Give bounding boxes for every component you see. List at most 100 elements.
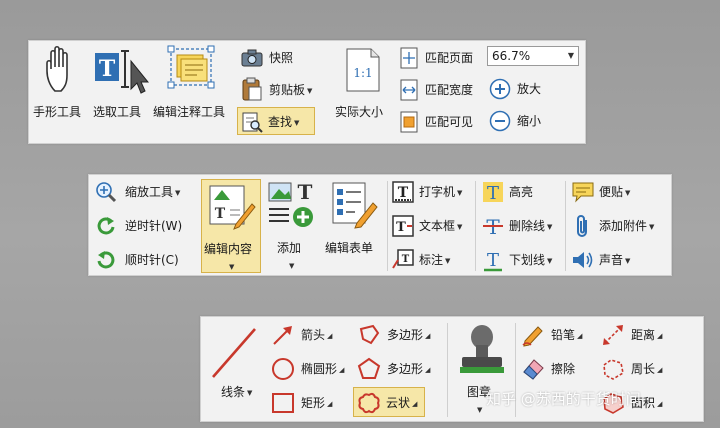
highlight-button[interactable]: T 高亮 bbox=[479, 179, 559, 205]
chevron-down-icon: ▼ bbox=[649, 223, 655, 231]
underline-button[interactable]: T 下划线 ▼ bbox=[479, 247, 559, 273]
perimeter-tool-button[interactable]: 周长 ◢ bbox=[599, 355, 699, 383]
ellipse-icon bbox=[272, 358, 294, 380]
sound-button[interactable]: 声音 ▼ bbox=[569, 247, 669, 273]
sound-label: 声音 ▼ bbox=[599, 253, 631, 267]
chevron-down-icon: ▼ bbox=[229, 263, 235, 271]
annotation-select-icon bbox=[167, 45, 215, 89]
chevron-down-icon: ▼ bbox=[294, 119, 300, 127]
distance-tool-label: 距离 ◢ bbox=[631, 328, 663, 342]
edit-form-button[interactable]: 编辑表单 bbox=[323, 179, 385, 273]
hand-icon bbox=[46, 45, 68, 92]
chevron-down-icon: ▼ bbox=[175, 189, 181, 197]
underline-label: 下划线 ▼ bbox=[509, 253, 553, 267]
separator bbox=[475, 181, 476, 271]
rectangle-tool-button[interactable]: 矩形 ◢ bbox=[269, 389, 347, 417]
fit-page-button[interactable]: 匹配页面 bbox=[399, 45, 487, 71]
edit-form-label: 编辑表单 bbox=[325, 241, 374, 255]
zoom-in-button[interactable]: 放大 bbox=[489, 77, 559, 101]
paperclip-icon bbox=[577, 215, 587, 237]
zoom-level-value: 66.7% bbox=[492, 49, 531, 63]
polygon-icon bbox=[359, 324, 380, 345]
zoom-in-icon bbox=[489, 78, 511, 100]
edit-annotation-tool-label: 编辑注释工具 bbox=[153, 105, 226, 119]
chevron-down-icon: ◢ bbox=[657, 400, 663, 408]
find-label: 查找 ▼ bbox=[268, 115, 300, 129]
add-button[interactable]: T 添加 ▼ bbox=[265, 179, 319, 273]
distance-tool-button[interactable]: 距离 ◢ bbox=[599, 321, 699, 349]
textbox-label: 文本框 ▼ bbox=[419, 219, 463, 233]
note-button[interactable]: 便贴 ▼ bbox=[569, 179, 669, 205]
polyline-tool-label: 多边形 ◢ bbox=[387, 362, 431, 376]
attach-file-button[interactable]: 添加附件 ▼ bbox=[569, 213, 669, 239]
typewriter-button[interactable]: T 打字机 ▼ bbox=[389, 179, 471, 205]
stamp-icon bbox=[460, 325, 504, 373]
zoom-tool-button[interactable]: 缩放工具 ▼ bbox=[93, 179, 199, 205]
polyline-tool-button[interactable]: 多边形 ◢ bbox=[355, 355, 445, 383]
eraser-tool-button[interactable]: 擦除 bbox=[519, 355, 593, 383]
zoom-out-button[interactable]: 缩小 bbox=[489, 109, 559, 133]
typewriter-label: 打字机 ▼ bbox=[419, 185, 463, 199]
fit-visible-button[interactable]: 匹配可见 bbox=[399, 109, 487, 135]
svg-text:T: T bbox=[398, 185, 409, 201]
chevron-down-icon: ▼ bbox=[477, 406, 483, 414]
svg-text:T: T bbox=[298, 181, 313, 204]
fit-page-label: 匹配页面 bbox=[425, 51, 474, 65]
add-objects-icon: T bbox=[268, 181, 313, 227]
camera-icon bbox=[241, 49, 263, 67]
clipboard-button[interactable]: 剪贴板 ▼ bbox=[239, 77, 335, 101]
fit-visible-label: 匹配可见 bbox=[425, 115, 474, 129]
add-label: 添加 bbox=[277, 241, 302, 255]
rotate-cw-button[interactable]: 顺时针(C) bbox=[93, 247, 199, 273]
rectangle-tool-label: 矩形 ◢ bbox=[301, 396, 333, 410]
cloud-tool-button[interactable]: 云状 ◢ bbox=[353, 387, 425, 417]
chevron-down-icon: ▼ bbox=[547, 223, 553, 231]
line-icon bbox=[212, 328, 256, 378]
zoom-in-label: 放大 bbox=[517, 82, 542, 96]
chevron-down-icon: ▼ bbox=[457, 223, 463, 231]
snapshot-label: 快照 bbox=[269, 51, 294, 65]
chevron-down-icon: ◢ bbox=[657, 332, 663, 340]
edit-content-button[interactable]: T 编辑内容 ▼ bbox=[201, 179, 261, 273]
note-icon bbox=[572, 182, 594, 203]
chevron-down-icon: ▼ bbox=[445, 257, 451, 265]
actual-size-icon: 1:1 bbox=[346, 48, 380, 92]
ellipse-tool-button[interactable]: 椭圆形 ◢ bbox=[269, 355, 353, 383]
fit-page-icon bbox=[400, 47, 418, 69]
svg-text:T: T bbox=[487, 250, 499, 271]
actual-size-label: 实际大小 bbox=[335, 105, 384, 119]
svg-text:T: T bbox=[99, 56, 116, 82]
edit-annotation-tool-button[interactable]: 编辑注释工具 bbox=[151, 43, 237, 139]
fit-width-button[interactable]: 匹配宽度 bbox=[399, 77, 487, 103]
highlight-label: 高亮 bbox=[509, 185, 534, 199]
chevron-down-icon: ◢ bbox=[577, 332, 583, 340]
strikeout-button[interactable]: T 删除线 ▼ bbox=[479, 213, 559, 239]
perimeter-tool-label: 周长 ◢ bbox=[631, 362, 663, 376]
chevron-down-icon: ◢ bbox=[339, 366, 345, 374]
zoom-level-select[interactable]: 66.7% ▼ bbox=[487, 46, 579, 66]
arrow-tool-label: 箭头 ◢ bbox=[301, 328, 333, 342]
arrow-tool-button[interactable]: 箭头 ◢ bbox=[269, 321, 347, 349]
chevron-down-icon: ◢ bbox=[327, 400, 333, 408]
callout-button[interactable]: T 标注 ▼ bbox=[389, 247, 471, 273]
hand-tool-button[interactable]: 手形工具 bbox=[33, 43, 91, 139]
zoom-out-label: 缩小 bbox=[517, 114, 542, 128]
snapshot-button[interactable]: 快照 bbox=[239, 47, 319, 69]
find-button[interactable]: 查找 ▼ bbox=[237, 107, 315, 135]
chevron-down-icon: ▼ bbox=[547, 257, 553, 265]
polygon-tool-button[interactable]: 多边形 ◢ bbox=[355, 321, 445, 349]
rotate-ccw-icon bbox=[97, 217, 115, 235]
find-icon bbox=[242, 112, 263, 133]
rotate-ccw-button[interactable]: 逆时针(W) bbox=[93, 213, 199, 239]
chevron-down-icon: ◢ bbox=[425, 366, 431, 374]
actual-size-button[interactable]: 1:1 实际大小 bbox=[331, 43, 397, 139]
pencil-tool-button[interactable]: 铅笔 ◢ bbox=[519, 321, 593, 349]
textbox-button[interactable]: T 文本框 ▼ bbox=[389, 213, 471, 239]
select-tool-button[interactable]: T 选取工具 bbox=[91, 43, 149, 139]
line-tool-button[interactable]: 线条 ▼ bbox=[205, 319, 263, 419]
select-tool-label: 选取工具 bbox=[93, 105, 142, 119]
hand-tool-label: 手形工具 bbox=[33, 105, 82, 119]
svg-text:T: T bbox=[215, 206, 226, 222]
chevron-down-icon: ▼ bbox=[567, 51, 574, 60]
magnifier-icon bbox=[96, 182, 117, 203]
